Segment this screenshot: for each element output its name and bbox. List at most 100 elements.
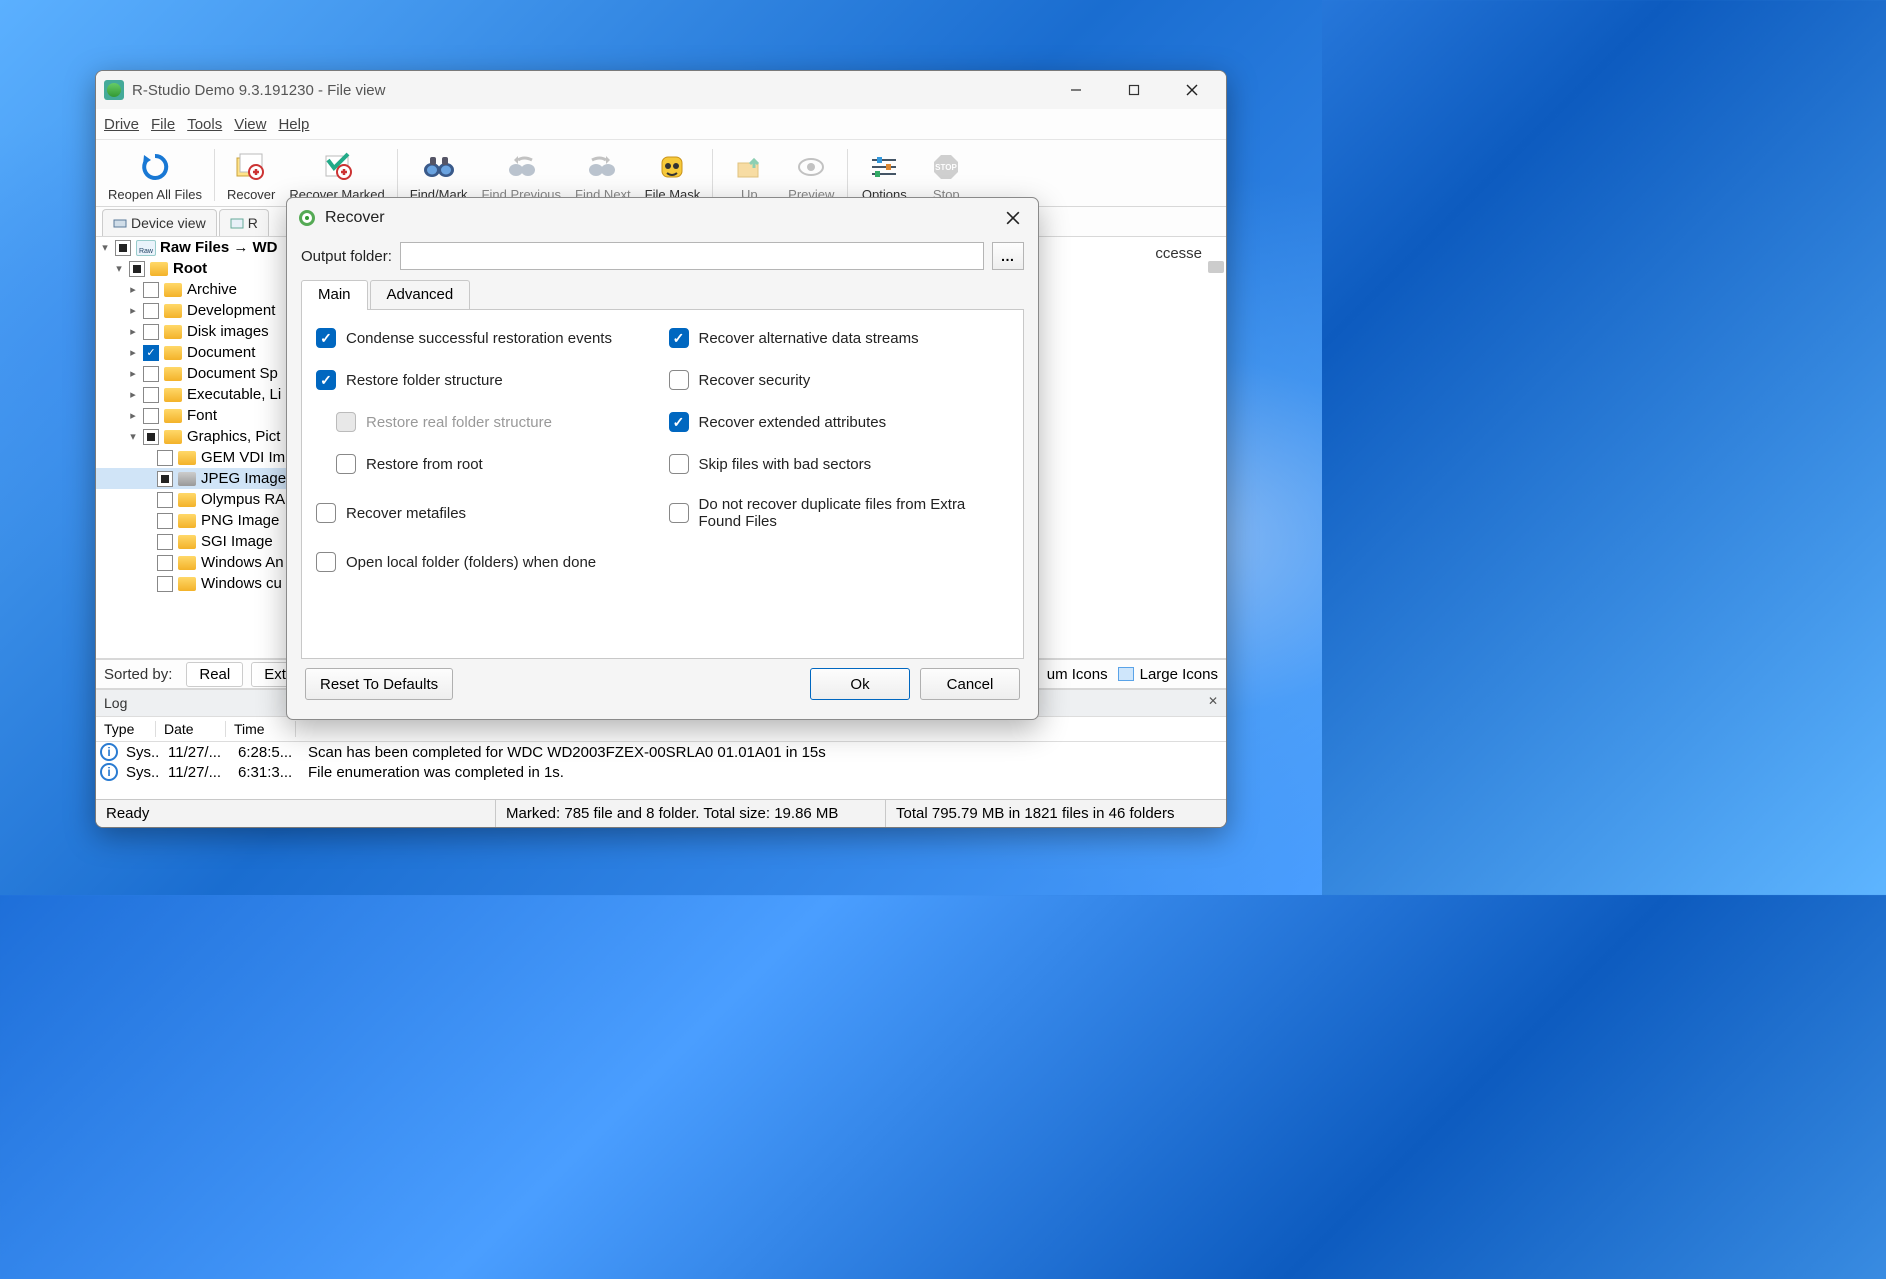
reset-defaults-button[interactable]: Reset To Defaults [305,668,453,700]
toolbar-find-previous[interactable]: Find Previous [476,147,567,204]
toolbar-recover[interactable]: Recover [221,147,281,204]
checkbox[interactable] [143,282,159,298]
view-large-icons[interactable]: Large Icons [1118,666,1218,683]
checkbox[interactable] [143,429,159,445]
opt-no-dup[interactable]: Do not recover duplicate files from Extr… [669,496,1010,530]
log-close[interactable]: ✕ [1208,694,1218,708]
checkbox[interactable] [669,454,689,474]
status-bar: Ready Marked: 785 file and 8 folder. Tot… [96,799,1226,827]
menu-drive[interactable]: Drive [104,116,139,133]
checkbox[interactable] [129,261,145,277]
opt-restore-root[interactable]: Restore from root [336,454,657,474]
opt-ext-attr[interactable]: Recover extended attributes [669,412,1010,432]
stop-icon: STOP [928,149,964,185]
checkbox[interactable] [336,454,356,474]
col-time[interactable]: Time [226,721,296,737]
folder-icon [164,304,182,318]
window-title: R-Studio Demo 9.3.191230 - File view [132,82,1056,99]
tab-main[interactable]: Main [301,280,368,310]
menu-file[interactable]: File [151,116,175,133]
tab-advanced[interactable]: Advanced [370,280,471,310]
toolbar-find-next[interactable]: Find Next [569,147,637,204]
info-icon: i [100,743,118,761]
status-marked: Marked: 785 file and 8 folder. Total siz… [496,800,886,827]
menu-view[interactable]: View [234,116,266,133]
find-next-icon [585,149,621,185]
opt-alt-streams[interactable]: Recover alternative data streams [669,328,1010,348]
opt-metafiles[interactable]: Recover metafiles [316,496,657,530]
toolbar-options[interactable]: Options [854,147,914,204]
toolbar-recover-marked[interactable]: Recover Marked [283,147,390,204]
checkbox[interactable] [316,552,336,572]
toolbar-preview[interactable]: Preview [781,147,841,204]
checkbox[interactable] [157,471,173,487]
checkbox[interactable] [143,366,159,382]
toolbar-find-mark[interactable]: Find/Mark [404,147,474,204]
menu-tools[interactable]: Tools [187,116,222,133]
opt-restore-folder[interactable]: Restore folder structure [316,370,657,390]
dialog-close-button[interactable] [998,203,1028,233]
folder-icon [178,451,196,465]
checkbox[interactable] [143,408,159,424]
view-medium-icons[interactable]: um Icons [1047,666,1108,683]
menu-help[interactable]: Help [278,116,309,133]
checkbox[interactable] [669,328,689,348]
binoculars-icon [421,149,457,185]
toolbar-reopen-all[interactable]: Reopen All Files [102,147,208,204]
checkbox[interactable] [669,412,689,432]
checkbox[interactable] [143,324,159,340]
toolbar-stop[interactable]: STOP Stop [916,147,976,204]
hint-text: ccesse [1155,245,1202,262]
checkbox[interactable] [157,555,173,571]
log-row[interactable]: i Sys... 11/27/... 6:31:3... File enumer… [96,762,1226,782]
sliders-icon [866,149,902,185]
log-row[interactable]: i Sys... 11/27/... 6:28:5... Scan has be… [96,742,1226,762]
raw-icon [230,216,244,230]
scrollbar[interactable] [1208,261,1224,273]
checkbox[interactable] [157,492,173,508]
close-button[interactable] [1172,76,1212,104]
checkbox[interactable] [157,513,173,529]
window-controls [1056,76,1212,104]
checkbox[interactable] [316,503,336,523]
checkbox[interactable] [143,387,159,403]
checkbox[interactable] [669,370,689,390]
checkbox[interactable] [316,370,336,390]
toolbar-file-mask[interactable]: File Mask [639,147,707,204]
opt-open-local[interactable]: Open local folder (folders) when done [316,552,1009,572]
tab-device-view[interactable]: Device view [102,209,217,236]
toolbar-label: Reopen All Files [108,187,202,202]
options-panel: Condense successful restoration events R… [301,309,1024,659]
opt-condense[interactable]: Condense successful restoration events [316,328,657,348]
toolbar-up[interactable]: Up [719,147,779,204]
opt-skip-bad[interactable]: Skip files with bad sectors [669,454,1010,474]
checkbox[interactable] [115,240,131,256]
col-date[interactable]: Date [156,721,226,737]
checkbox[interactable] [157,576,173,592]
browse-button[interactable]: … [992,242,1024,270]
ok-button[interactable]: Ok [810,668,910,700]
checkbox[interactable] [143,345,159,361]
dialog-body: Output folder: … Main Advanced Condense … [287,238,1038,719]
checkbox[interactable] [669,503,689,523]
checkbox[interactable] [157,450,173,466]
opt-recover-security[interactable]: Recover security [669,370,1010,390]
col-type[interactable]: Type [96,721,156,737]
log-rows: i Sys... 11/27/... 6:28:5... Scan has be… [96,742,1226,799]
title-bar: R-Studio Demo 9.3.191230 - File view [96,71,1226,109]
cancel-button[interactable]: Cancel [920,668,1020,700]
minimize-button[interactable] [1056,76,1096,104]
output-folder-input[interactable] [400,242,984,270]
folder-icon [178,472,196,486]
checkbox[interactable] [143,303,159,319]
maximize-button[interactable] [1114,76,1154,104]
folder-icon [150,262,168,276]
info-icon: i [100,763,118,781]
folder-icon [178,535,196,549]
tab-raw-files[interactable]: R [219,209,269,236]
folder-icon [164,283,182,297]
checkbox[interactable] [316,328,336,348]
folder-icon [178,556,196,570]
sort-real[interactable]: Real [186,662,243,687]
checkbox[interactable] [157,534,173,550]
